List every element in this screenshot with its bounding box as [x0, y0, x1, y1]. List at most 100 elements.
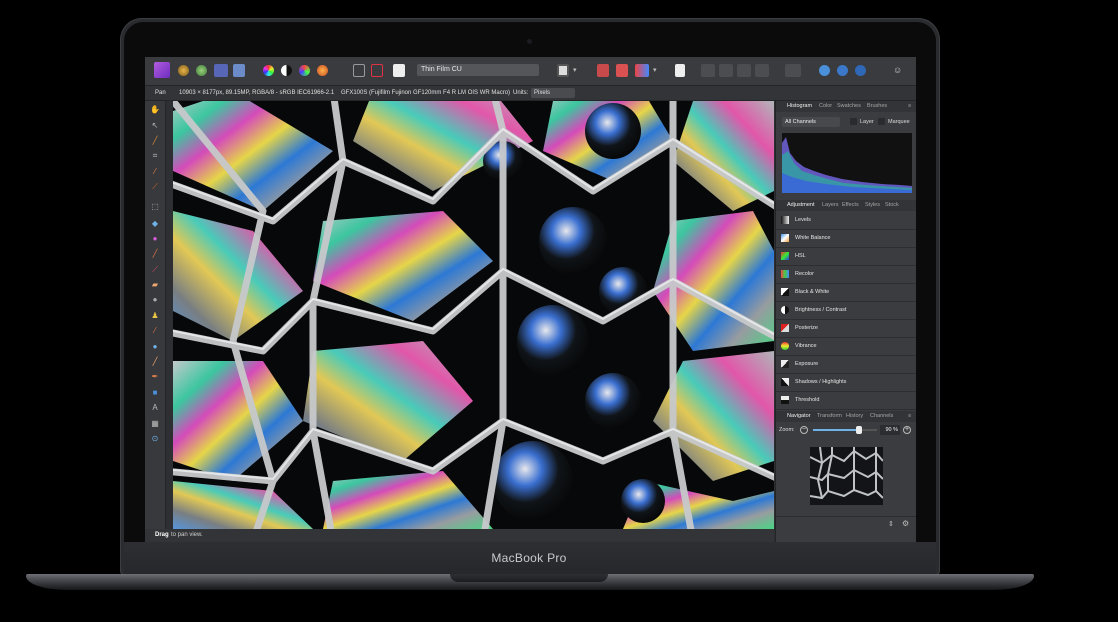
adjustment-item-label: Levels [795, 217, 811, 223]
color-replacement-tool-icon[interactable]: ⟋ [150, 265, 160, 275]
blur-brush-tool-icon[interactable]: ● [150, 342, 160, 352]
tab-layers[interactable]: Layers [822, 200, 839, 211]
tab-styles[interactable]: Styles [865, 200, 880, 211]
tone-mapping-persona-icon[interactable] [214, 64, 228, 77]
flood-select-tool-icon[interactable]: ⟋ [150, 182, 160, 192]
gradient-tool-icon[interactable]: ● [150, 234, 160, 244]
crop-tool-icon[interactable]: ⌗ [150, 151, 160, 161]
tab-channels[interactable]: Channels [870, 411, 893, 422]
preset-name-field[interactable]: Thin Film CU [417, 64, 539, 76]
tab-swatches[interactable]: Swatches [837, 101, 861, 112]
arrange-icon[interactable] [785, 64, 801, 77]
adjustment-panel-tabs: Adjustment Layers Effects Styles Stock [776, 200, 916, 211]
tab-navigator[interactable]: Navigator [787, 411, 811, 422]
context-toolbar-icon[interactable] [837, 65, 848, 76]
studio-panel-icon[interactable] [819, 65, 830, 76]
toolbar-toggle-icon[interactable] [855, 65, 866, 76]
flood-fill-tool-icon[interactable]: ◆ [150, 219, 160, 229]
tab-transform[interactable]: Transform [817, 411, 842, 422]
adjustment-item-levels[interactable]: Levels [776, 212, 916, 230]
liquify-persona-icon[interactable] [196, 65, 207, 76]
export-persona-icon[interactable] [233, 64, 245, 77]
rectangle-tool-icon[interactable]: ■ [150, 388, 160, 398]
adjustment-item-white-balance[interactable]: White Balance [776, 230, 916, 248]
snapping-icon[interactable] [616, 64, 628, 77]
tab-brushes[interactable]: Brushes [867, 101, 887, 112]
mesh-warp-tool-icon[interactable]: ▦ [150, 419, 160, 429]
adjustment-item-recolor[interactable]: Recolor [776, 266, 916, 284]
zoom-slider-handle[interactable] [856, 426, 863, 434]
grid-icon[interactable] [597, 64, 609, 77]
histogram-svg [782, 137, 912, 193]
adjustment-item-black-white[interactable]: Black & White [776, 284, 916, 302]
navigator-settings-gear-icon[interactable]: ⚙ [902, 519, 909, 528]
affinity-photo-app-icon[interactable] [154, 62, 170, 78]
layer-label: Layer [860, 119, 874, 125]
marquee-checkbox[interactable] [878, 118, 885, 125]
layer-checkbox[interactable] [850, 118, 857, 125]
navigator-stepper-icon[interactable]: ⇕ [888, 520, 894, 528]
zoom-label: Zoom: [779, 427, 795, 433]
tab-histogram[interactable]: Histogram [787, 101, 812, 112]
adjustment-item-label: Posterize [795, 325, 818, 331]
quick-mask-icon[interactable] [557, 64, 569, 77]
develop-persona-icon[interactable] [178, 65, 189, 76]
selection-clear-icon[interactable] [371, 64, 383, 77]
tab-adjustment[interactable]: Adjustment [787, 200, 815, 211]
navigator-thumbnail[interactable] [810, 447, 883, 505]
levels-toggle-icon[interactable] [281, 65, 292, 76]
panel-menu-icon[interactable]: ≡ [908, 101, 911, 112]
units-select[interactable]: Pixels [531, 88, 575, 98]
adjustment-item-brightness-contrast[interactable]: Brightness / Contrast [776, 302, 916, 320]
adjustment-item-threshold[interactable]: Threshold [776, 392, 916, 410]
account-icon[interactable]: ☺ [893, 64, 903, 77]
tab-stock[interactable]: Stock [885, 200, 899, 211]
paint-brush-tool-icon[interactable]: ╱ [150, 249, 160, 259]
assistant-icon[interactable] [635, 64, 649, 77]
zoom-tool-icon[interactable]: ⊙ [150, 434, 160, 444]
distribute-icon[interactable] [755, 64, 769, 77]
adjustment-item-vibrance[interactable]: Vibrance [776, 338, 916, 356]
rectangular-marquee-tool-icon[interactable]: ⬚ [150, 202, 160, 212]
marquee-select-icon[interactable] [353, 64, 365, 77]
tab-effects[interactable]: Effects [842, 200, 859, 211]
color-wheel-icon[interactable] [263, 65, 274, 76]
chevron-down-icon[interactable]: ▾ [573, 64, 579, 77]
document-canvas[interactable] [173, 101, 774, 529]
adjustment-item-posterize[interactable]: Posterize [776, 320, 916, 338]
zoom-slider[interactable] [813, 426, 877, 434]
camera-info-label: GFX100S (Fujifilm Fujinon GF120mm F4 R L… [341, 90, 511, 96]
hsl-toggle-icon[interactable] [299, 65, 310, 76]
move-tool-icon[interactable]: ↖ [150, 121, 160, 131]
tab-color[interactable]: Color [819, 101, 832, 112]
adjustment-item-label: White Balance [795, 235, 831, 241]
adjustment-item-shadows-highlights[interactable]: Shadows / Highlights [776, 374, 916, 392]
clone-brush-tool-icon[interactable]: ♟ [150, 311, 160, 321]
invert-selection-icon[interactable] [393, 64, 405, 77]
text-tool-icon[interactable]: A [150, 403, 160, 413]
hand-tool-icon[interactable]: ✋ [150, 105, 160, 115]
color-picker-tool-icon[interactable]: ╱ [150, 136, 160, 146]
navigator-menu-icon[interactable]: ≡ [908, 411, 911, 422]
healing-brush-tool-icon[interactable]: ⁄ [150, 326, 160, 336]
align-left-icon[interactable] [701, 64, 715, 77]
selection-brush-tool-icon[interactable]: ⁄ [150, 167, 160, 177]
adjustment-item-exposure[interactable]: Exposure [776, 356, 916, 374]
dodge-tool-icon[interactable]: ● [150, 295, 160, 305]
assistant-chevron-icon[interactable]: ▾ [653, 64, 659, 77]
pen-tool-icon[interactable]: ✒ [150, 372, 160, 382]
adjustment-item-hsl[interactable]: HSL [776, 248, 916, 266]
pin-icon[interactable] [675, 64, 685, 77]
zoom-value-field[interactable]: 90 % [880, 425, 900, 435]
tab-history[interactable]: History [846, 411, 863, 422]
zoom-out-icon[interactable]: − [800, 426, 808, 434]
align-center-icon[interactable] [719, 64, 733, 77]
black-white-icon [781, 288, 789, 296]
channel-select[interactable]: All Channels [782, 117, 840, 127]
zoom-in-icon[interactable]: + [903, 426, 911, 434]
align-right-icon[interactable] [737, 64, 751, 77]
erase-brush-tool-icon[interactable]: ▰ [150, 280, 160, 290]
curves-toggle-icon[interactable] [317, 65, 328, 76]
smudge-tool-icon[interactable]: ╱ [150, 357, 160, 367]
status-bar: Drag to pan view. [145, 529, 774, 542]
